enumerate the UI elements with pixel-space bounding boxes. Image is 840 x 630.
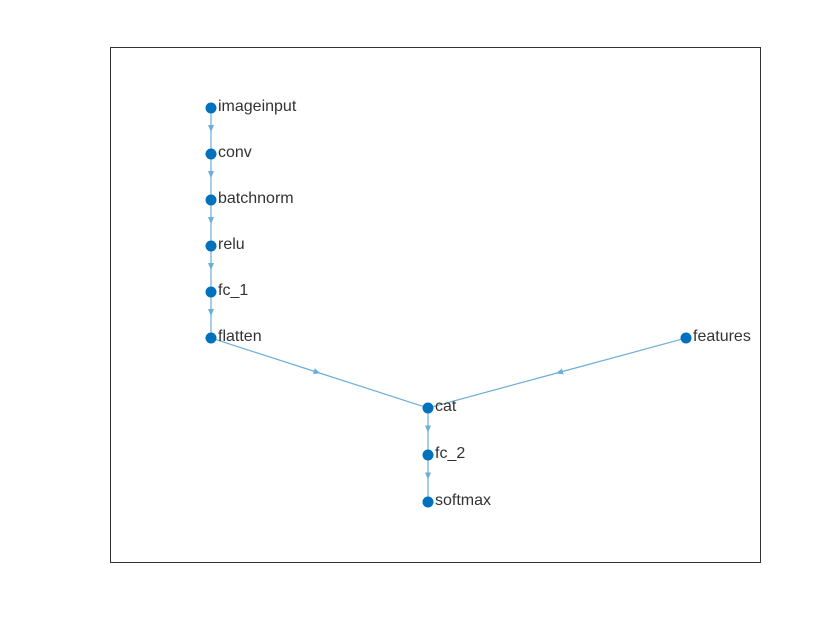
node-label-fc_1: fc_1 [218,282,248,300]
node-fc_1 [206,287,217,298]
node-batchnorm [206,195,217,206]
edge-features-to-cat [557,339,681,373]
node-cat [423,403,434,414]
node-features [681,333,692,344]
node-label-fc_2: fc_2 [435,445,465,463]
node-label-flatten: flatten [218,328,262,346]
node-label-imageinput: imageinput [218,98,296,116]
node-label-batchnorm: batchnorm [218,190,294,208]
node-label-relu: relu [218,236,245,254]
edge-flatten-to-cat-tail [320,373,423,406]
network-graph-svg [110,47,761,563]
node-label-features: features [693,328,751,346]
node-label-softmax: softmax [435,492,491,510]
node-label-cat: cat [435,398,456,416]
node-fc_2 [423,450,434,461]
node-imageinput [206,103,217,114]
node-softmax [423,497,434,508]
node-relu [206,241,217,252]
edges-group [211,114,681,497]
node-conv [206,149,217,160]
node-flatten [206,333,217,344]
node-label-conv: conv [218,144,252,162]
